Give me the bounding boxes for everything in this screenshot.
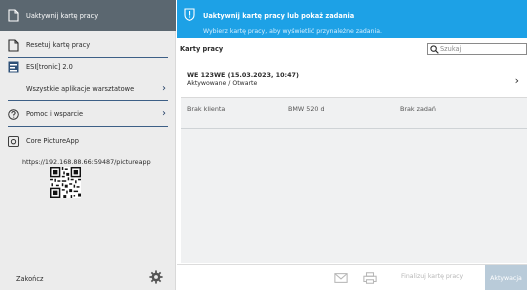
esi-logo-icon [8, 61, 19, 72]
question-icon [8, 108, 19, 120]
finalize-card-button[interactable]: Finalizuj kartę pracy [401, 273, 463, 280]
tasks-area [181, 128, 527, 263]
banner-title: Uaktywnij kartę pracy lub pokaż zadania [203, 12, 355, 20]
search-icon [430, 44, 439, 54]
tasks-value: Brak zadań [400, 105, 436, 113]
client-value: Brak klienta [187, 105, 226, 113]
chevron-right-icon: › [162, 83, 166, 94]
camera-icon [8, 135, 19, 147]
work-card-status: Aktywowane / Otwarte [187, 80, 258, 87]
chevron-right-icon: › [162, 108, 166, 119]
banner-subtitle: Wybierz kartę pracy, aby wyświetlić przy… [203, 28, 382, 35]
work-card-title: WE 123WE (15.03.2023, 10:47) [187, 71, 299, 79]
activate-button[interactable]: Aktywacja [485, 265, 527, 290]
section-title: Karty pracy [180, 45, 224, 53]
work-card[interactable]: WE 123WE (15.03.2023, 10:47) Aktywowane … [181, 63, 527, 98]
gear-icon[interactable] [149, 270, 163, 284]
sidebar-item-help[interactable]: Pomoc i wsparcie › [0, 106, 176, 122]
sidebar-item-activate-card[interactable]: Uaktywnij kartę pracy [0, 0, 176, 31]
divider [8, 57, 168, 58]
search-input[interactable] [440, 45, 520, 53]
sidebar: Uaktywnij kartę pracy Resetuj kartę prac… [0, 0, 176, 290]
shield-info-icon [184, 8, 195, 21]
search-box[interactable] [427, 43, 527, 55]
sidebar-item-core-pictureapp[interactable]: Core PictureApp [0, 133, 176, 149]
vehicle-value: BMW 520 d [288, 105, 325, 113]
sidebar-item-all-apps[interactable]: Wszystkie aplikacje warsztatowe › [0, 82, 176, 96]
qr-code [50, 167, 81, 198]
footer-toolbar: Finalizuj kartę pracy Aktywacja [177, 264, 527, 290]
sidebar-item-label: Pomoc i wsparcie [26, 110, 84, 118]
finish-button[interactable]: Zakończ [16, 275, 43, 283]
core-app-url: https://192.168.88.66:59487/pictureapp [22, 158, 151, 166]
sidebar-item-label: ESI[tronic] 2.0 [26, 63, 73, 71]
sidebar-item-label: Uaktywnij kartę pracy [26, 11, 99, 20]
envelope-icon[interactable] [334, 271, 348, 285]
sidebar-item-label: Resetuj kartę pracy [26, 41, 91, 49]
document-icon [8, 38, 19, 52]
chevron-right-icon: › [514, 74, 519, 87]
document-icon [8, 9, 19, 22]
sidebar-item-label: Wszystkie aplikacje warsztatowe [26, 85, 135, 93]
info-banner: Uaktywnij kartę pracy lub pokaż zadania … [177, 0, 527, 38]
sidebar-item-reset-card[interactable]: Resetuj kartę pracy [0, 33, 176, 57]
divider [8, 126, 168, 127]
sidebar-item-esitronic[interactable]: ESI[tronic] 2.0 [0, 59, 176, 75]
printer-icon[interactable] [363, 271, 377, 285]
divider [8, 100, 168, 101]
sidebar-item-label: Core PictureApp [26, 137, 79, 145]
work-card-details-row: Brak klienta BMW 520 d Brak zadań [181, 98, 527, 128]
